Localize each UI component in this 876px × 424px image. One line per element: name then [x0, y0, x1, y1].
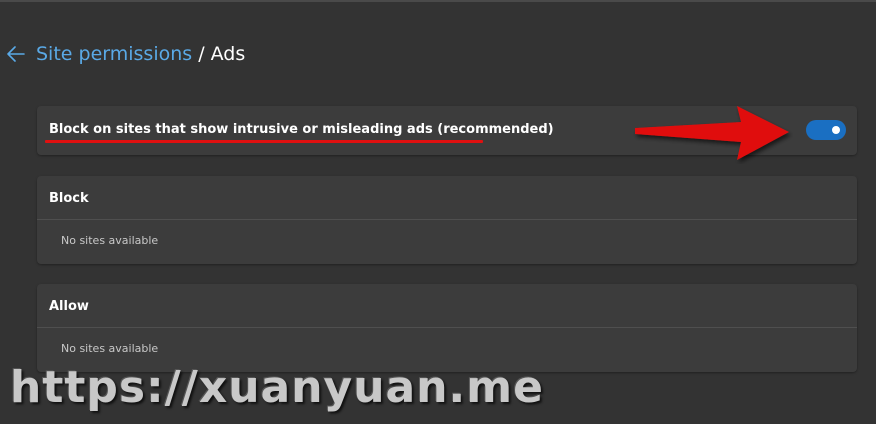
breadcrumb-separator: / — [198, 43, 205, 65]
watermark-text: https://xuanyuan.me — [10, 362, 544, 413]
breadcrumb-current: Ads — [210, 43, 246, 65]
block-section-title: Block — [49, 191, 89, 206]
block-empty-text: No sites available — [61, 234, 159, 247]
toggle-knob — [832, 126, 840, 134]
back-arrow-icon[interactable] — [5, 43, 27, 65]
divider — [37, 219, 857, 220]
block-ads-setting-label: Block on sites that show intrusive or mi… — [49, 122, 554, 137]
allow-section: Allow No sites available — [37, 284, 857, 372]
red-arrow-icon — [635, 106, 789, 160]
annotation-underline — [45, 140, 483, 143]
block-ads-toggle[interactable] — [806, 120, 846, 140]
block-section: Block No sites available — [37, 176, 857, 264]
window-top-border — [0, 0, 876, 2]
page-header: Site permissions / Ads — [5, 40, 245, 68]
divider — [37, 327, 857, 328]
breadcrumb-site-permissions-link[interactable]: Site permissions — [36, 43, 192, 65]
page-title: Site permissions / Ads — [36, 43, 245, 65]
allow-section-title: Allow — [49, 299, 89, 314]
allow-empty-text: No sites available — [61, 342, 159, 355]
